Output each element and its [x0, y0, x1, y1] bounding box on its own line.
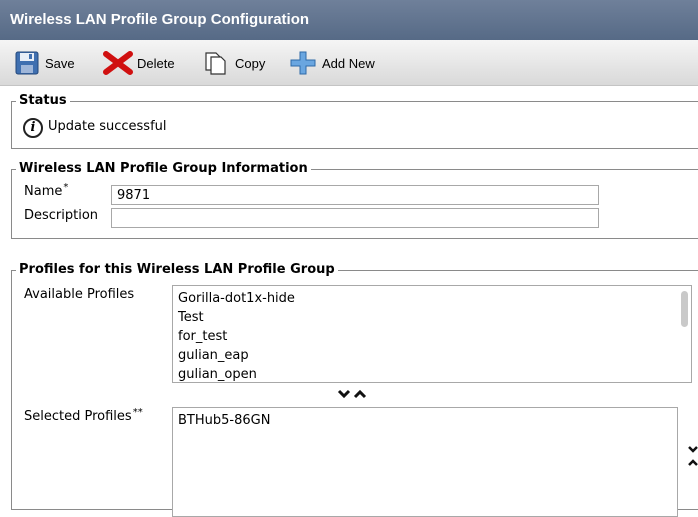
add-new-button[interactable]: Add New [290, 51, 375, 75]
status-message: Update successful [48, 119, 167, 134]
reorder-icon[interactable] [688, 445, 698, 467]
status-section: Status i Update successful [11, 93, 698, 149]
status-legend: Status [16, 93, 70, 109]
move-up-icon[interactable] [353, 388, 367, 400]
document-copy-icon [205, 52, 226, 75]
description-input[interactable] [111, 208, 599, 228]
scrollbar-thumb[interactable] [681, 291, 688, 327]
move-down-icon[interactable] [337, 388, 351, 400]
description-label: Description [24, 208, 99, 223]
name-input[interactable] [111, 185, 599, 205]
profiles-section: Profiles for this Wireless LAN Profile G… [11, 262, 698, 517]
name-label-text: Name [24, 184, 63, 199]
list-item[interactable]: Test [173, 308, 691, 327]
name-label: Name* [24, 182, 69, 199]
toolbar: Save Delete Copy Add New [0, 40, 698, 86]
copy-button[interactable]: Copy [204, 51, 265, 75]
delete-button[interactable]: Delete [103, 51, 175, 75]
list-item[interactable]: for_test [173, 327, 691, 346]
available-profiles-list[interactable]: Gorilla-dot1x-hide Test for_test gulian_… [172, 285, 692, 383]
profiles-legend: Profiles for this Wireless LAN Profile G… [16, 262, 338, 278]
selected-profiles-label: Selected Profiles** [24, 407, 143, 424]
list-item[interactable]: gulian_eap [173, 346, 691, 365]
plus-icon [290, 51, 316, 75]
list-item[interactable]: gulian_open [173, 365, 691, 384]
red-x-icon [103, 51, 133, 75]
group-info-section: Wireless LAN Profile Group Information N… [11, 161, 698, 239]
page-title-bar: Wireless LAN Profile Group Configuration [0, 0, 698, 40]
list-item[interactable]: Gorilla-dot1x-hide [173, 289, 691, 308]
selected-profiles-label-text: Selected Profiles [24, 409, 132, 424]
info-icon: i [23, 118, 43, 138]
add-new-label: Add New [322, 55, 375, 71]
list-item[interactable]: BTHub5-86GN [173, 411, 677, 430]
required-marker: ** [132, 407, 143, 418]
delete-label: Delete [137, 55, 175, 71]
save-button[interactable]: Save [15, 51, 75, 75]
group-info-legend: Wireless LAN Profile Group Information [16, 161, 311, 177]
page-title: Wireless LAN Profile Group Configuration [10, 11, 310, 28]
floppy-disk-icon [15, 51, 39, 75]
save-label: Save [45, 55, 75, 71]
selected-profiles-list[interactable]: BTHub5-86GN [172, 407, 678, 517]
required-marker: * [63, 182, 69, 193]
available-profiles-label: Available Profiles [24, 287, 135, 302]
copy-label: Copy [235, 55, 266, 71]
